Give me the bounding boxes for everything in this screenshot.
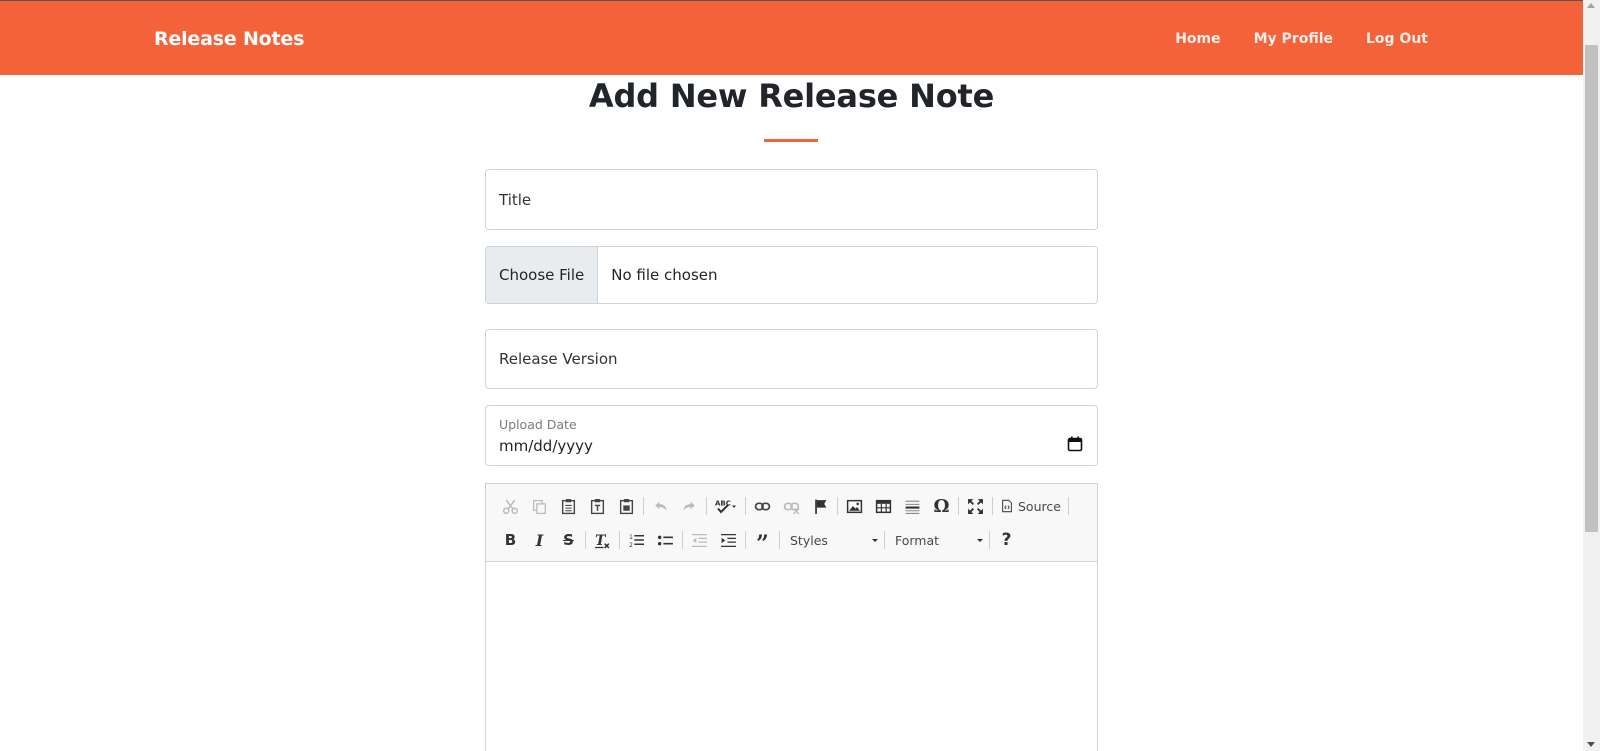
numbered-list-icon[interactable]: 12 [622,527,651,553]
source-label: Source [1018,498,1061,514]
format-arrow-icon [977,538,983,542]
toolbar-separator [619,531,620,549]
styles-label: Styles [790,532,828,548]
calendar-icon[interactable] [1067,436,1083,452]
horizontal-line-icon[interactable] [898,493,927,519]
scroll-up-arrow-icon[interactable] [1587,3,1595,8]
bulleted-list-icon[interactable] [651,527,680,553]
undo-icon[interactable] [646,493,675,519]
redo-icon[interactable] [675,493,704,519]
cut-icon[interactable] [496,493,525,519]
editor-toolbar: ABC Ω Source B I S T 12 ” Styles Format … [486,484,1097,562]
toolbar-separator [989,531,990,549]
styles-arrow-icon [872,538,878,542]
file-status-text: No file chosen [611,266,718,284]
spellcheck-icon[interactable]: ABC [709,493,743,519]
toolbar-separator [585,531,586,549]
toolbar-separator [643,497,644,515]
table-icon[interactable] [869,493,898,519]
toolbar-separator [745,531,746,549]
release-version-field [485,329,1098,389]
toolbar-separator [837,497,838,515]
nav-link-log-out[interactable]: Log Out [1366,31,1428,47]
page-title: Add New Release Note [588,77,995,115]
special-char-icon[interactable]: Ω [927,493,956,519]
paste-word-icon[interactable] [612,493,641,519]
upload-date-label: Upload Date [499,417,577,432]
title-divider [764,139,818,142]
indent-icon[interactable] [714,527,743,553]
toolbar-separator [992,497,993,515]
choose-file-button[interactable]: Choose File [486,247,599,303]
upload-date-input[interactable]: mm/dd/yyyy [499,437,593,455]
toolbar-separator [1067,497,1069,515]
maximize-icon[interactable] [961,493,990,519]
rich-text-editor: ABC Ω Source B I S T 12 ” Styles Format … [485,483,1098,751]
source-icon [1002,499,1012,513]
outdent-icon[interactable] [685,527,714,553]
blockquote-icon[interactable]: ” [748,527,777,555]
file-upload-field: Choose File No file chosen [485,246,1098,304]
nav-link-my-profile[interactable]: My Profile [1254,31,1333,47]
title-field [485,169,1098,230]
image-icon[interactable] [840,493,869,519]
top-navbar: Release Notes Home My Profile Log Out [0,0,1583,75]
italic-icon[interactable]: I [525,527,554,553]
release-version-input[interactable] [486,330,1097,388]
scrollbar-thumb[interactable] [1585,45,1598,532]
svg-text:2: 2 [629,542,633,548]
page-scrollbar[interactable] [1583,0,1600,751]
toolbar-separator [958,497,959,515]
toolbar-separator [779,531,780,549]
toolbar-separator [745,497,746,515]
nav-link-home[interactable]: Home [1175,31,1220,47]
brand-logo[interactable]: Release Notes [154,28,304,50]
title-input[interactable] [486,170,1097,229]
paste-icon[interactable] [554,493,583,519]
source-button[interactable]: Source [995,493,1066,519]
unlink-icon[interactable] [777,493,806,519]
format-dropdown[interactable]: Format [887,528,987,552]
toolbar-separator [682,531,683,549]
copy-icon[interactable] [525,493,554,519]
format-label: Format [895,532,940,548]
link-icon[interactable] [748,493,777,519]
upload-date-field[interactable]: Upload Date mm/dd/yyyy [485,405,1098,466]
toolbar-row-2: B I S T 12 ” Styles Format ? [496,526,1021,555]
scroll-down-arrow-icon[interactable] [1587,742,1595,747]
toolbar-separator [884,531,885,549]
anchor-icon[interactable] [806,493,835,519]
toolbar-separator [706,497,707,515]
svg-text:ABC: ABC [715,499,731,507]
svg-text:1: 1 [629,534,633,540]
paste-text-icon[interactable] [583,493,612,519]
editor-content-area[interactable] [486,562,1097,751]
help-icon[interactable]: ? [992,527,1021,553]
toolbar-row-1: ABC Ω Source [496,492,1071,520]
nav-links: Home My Profile Log Out [1142,31,1428,47]
bold-icon[interactable]: B [496,527,525,553]
strike-icon[interactable]: S [554,527,583,553]
styles-dropdown[interactable]: Styles [782,528,882,552]
remove-format-icon[interactable]: T [588,527,617,553]
